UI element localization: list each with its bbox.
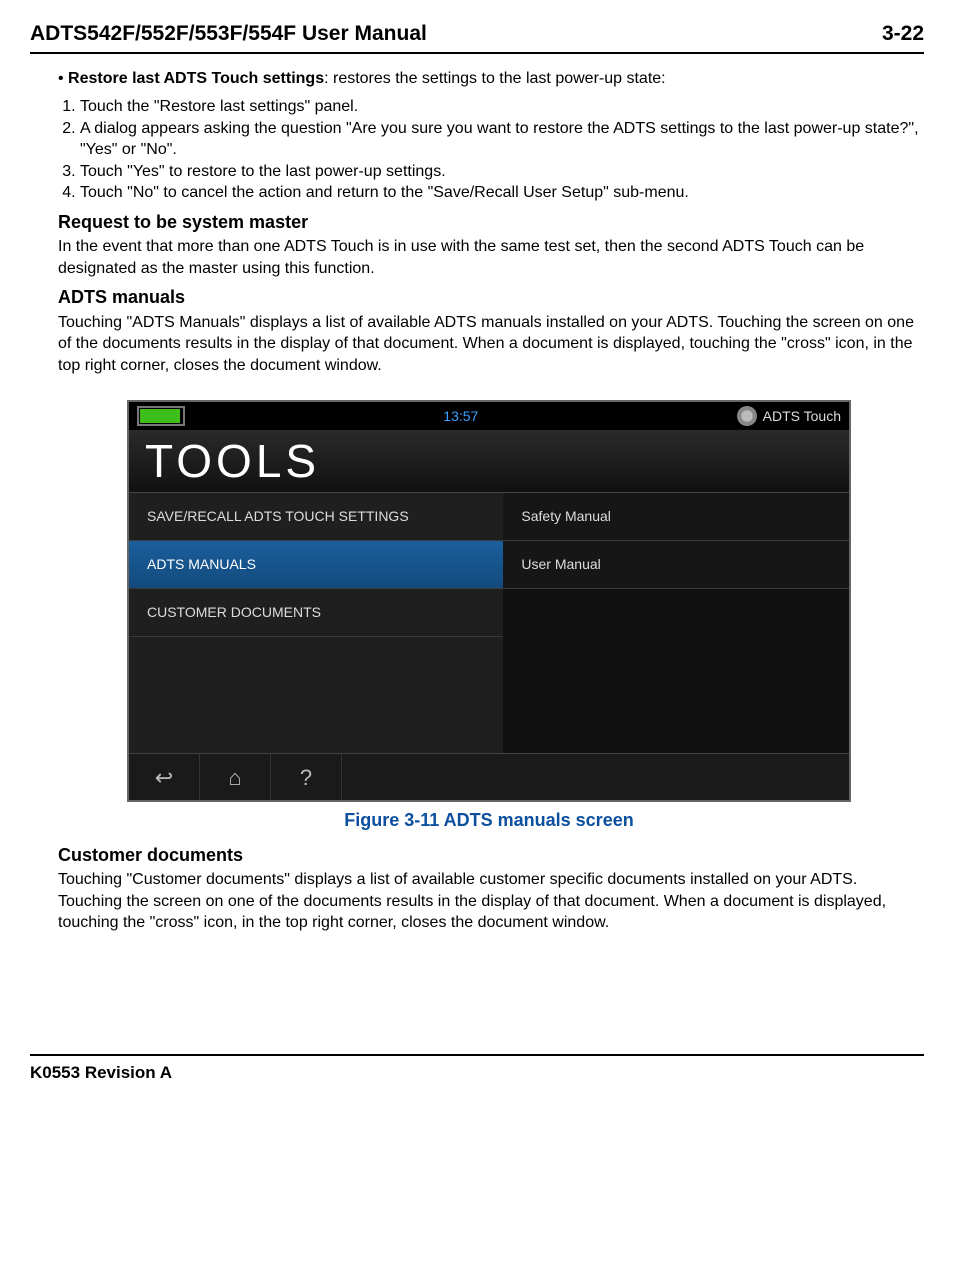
nav-home-button[interactable]: ⌂ bbox=[200, 754, 271, 800]
manual-title: ADTS542F/552F/553F/554F User Manual bbox=[30, 20, 427, 48]
home-icon: ⌂ bbox=[228, 763, 241, 793]
page-content: • Restore last ADTS Touch settings: rest… bbox=[30, 68, 924, 934]
body-customer-documents: Touching "Customer documents" displays a… bbox=[58, 869, 920, 934]
bullet-title: Restore last ADTS Touch settings bbox=[68, 70, 324, 87]
menu-save-recall[interactable]: SAVE/RECALL ADTS TOUCH SETTINGS bbox=[129, 493, 503, 541]
step-1: Touch the "Restore last settings" panel. bbox=[80, 96, 920, 118]
brand-area: ADTS Touch bbox=[737, 406, 841, 426]
revision-label: K0553 Revision A bbox=[30, 1063, 172, 1082]
restore-steps-list: Touch the "Restore last settings" panel.… bbox=[80, 96, 920, 204]
page-footer: K0553 Revision A bbox=[30, 1054, 924, 1085]
bullet-restore-settings: • Restore last ADTS Touch settings: rest… bbox=[58, 68, 920, 90]
submenu-safety-manual[interactable]: Safety Manual bbox=[503, 493, 849, 541]
help-icon: ? bbox=[300, 763, 312, 793]
clock-display: 13:57 bbox=[443, 407, 478, 426]
step-2: A dialog appears asking the question "Ar… bbox=[80, 118, 920, 161]
menu-customer-documents[interactable]: CUSTOMER DOCUMENTS bbox=[129, 589, 503, 637]
step-4: Touch "No" to cancel the action and retu… bbox=[80, 182, 920, 204]
battery-icon bbox=[137, 406, 185, 426]
menu-spacer bbox=[129, 637, 503, 753]
heading-request-master: Request to be system master bbox=[58, 210, 920, 234]
body-adts-manuals: Touching "ADTS Manuals" displays a list … bbox=[58, 312, 920, 377]
heading-customer-documents: Customer documents bbox=[58, 843, 920, 867]
nav-back-button[interactable]: ↩ bbox=[129, 754, 200, 800]
left-menu-column: SAVE/RECALL ADTS TOUCH SETTINGS ADTS MAN… bbox=[129, 493, 503, 753]
heading-adts-manuals: ADTS manuals bbox=[58, 285, 920, 309]
tools-banner: TOOLS bbox=[129, 430, 849, 493]
right-submenu-column: Safety Manual User Manual bbox=[503, 493, 849, 753]
page-number: 3-22 bbox=[882, 20, 924, 48]
step-3: Touch "Yes" to restore to the last power… bbox=[80, 161, 920, 183]
page-header: ADTS542F/552F/553F/554F User Manual 3-22 bbox=[30, 20, 924, 54]
body-request-master: In the event that more than one ADTS Tou… bbox=[58, 236, 920, 279]
device-body: SAVE/RECALL ADTS TOUCH SETTINGS ADTS MAN… bbox=[129, 493, 849, 753]
adts-touch-device: 13:57 ADTS Touch TOOLS SAVE/RECALL ADTS … bbox=[127, 400, 851, 802]
nav-help-button[interactable]: ? bbox=[271, 754, 342, 800]
back-icon: ↩ bbox=[155, 763, 173, 793]
figure-caption: Figure 3-11 ADTS manuals screen bbox=[58, 808, 920, 832]
bullet-desc: : restores the settings to the last powe… bbox=[324, 70, 666, 87]
nav-bar: ↩ ⌂ ? bbox=[129, 753, 849, 800]
brand-text: ADTS Touch bbox=[763, 407, 841, 426]
ge-logo-icon bbox=[737, 406, 757, 426]
status-bar: 13:57 ADTS Touch bbox=[129, 402, 849, 430]
submenu-user-manual[interactable]: User Manual bbox=[503, 541, 849, 589]
menu-adts-manuals[interactable]: ADTS MANUALS bbox=[129, 541, 503, 589]
